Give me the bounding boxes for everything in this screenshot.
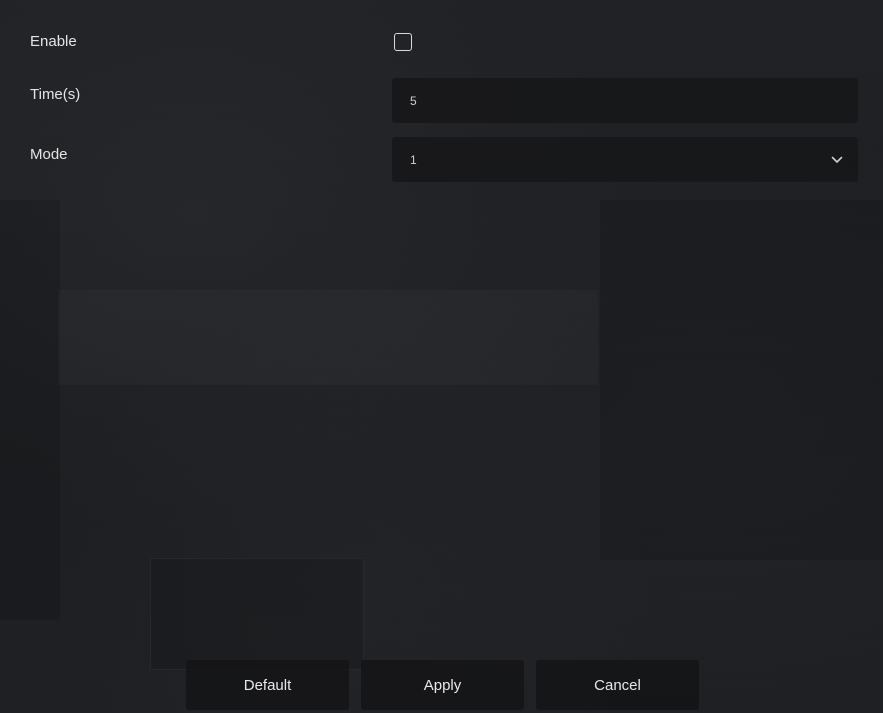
time-value: 5 (410, 93, 417, 108)
time-input[interactable]: 5 (392, 78, 858, 123)
mode-selected-value: 1 (410, 152, 417, 167)
enable-checkbox[interactable] (394, 33, 412, 51)
mode-select[interactable]: 1 (392, 137, 858, 182)
background-video-region (600, 200, 883, 560)
chevron-down-icon[interactable] (826, 149, 848, 171)
default-button[interactable]: Default (186, 660, 349, 710)
time-label: Time(s) (30, 86, 81, 103)
apply-button[interactable]: Apply (361, 660, 524, 710)
cancel-button[interactable]: Cancel (536, 660, 699, 710)
background-video-region (0, 200, 60, 620)
enable-label: Enable (30, 33, 77, 50)
background-video-region (150, 558, 364, 670)
mode-label: Mode (30, 146, 68, 163)
background-video-region (58, 290, 598, 385)
settings-panel: Enable Time(s) 5 Mode 1 Default Apply Ca… (0, 0, 883, 713)
